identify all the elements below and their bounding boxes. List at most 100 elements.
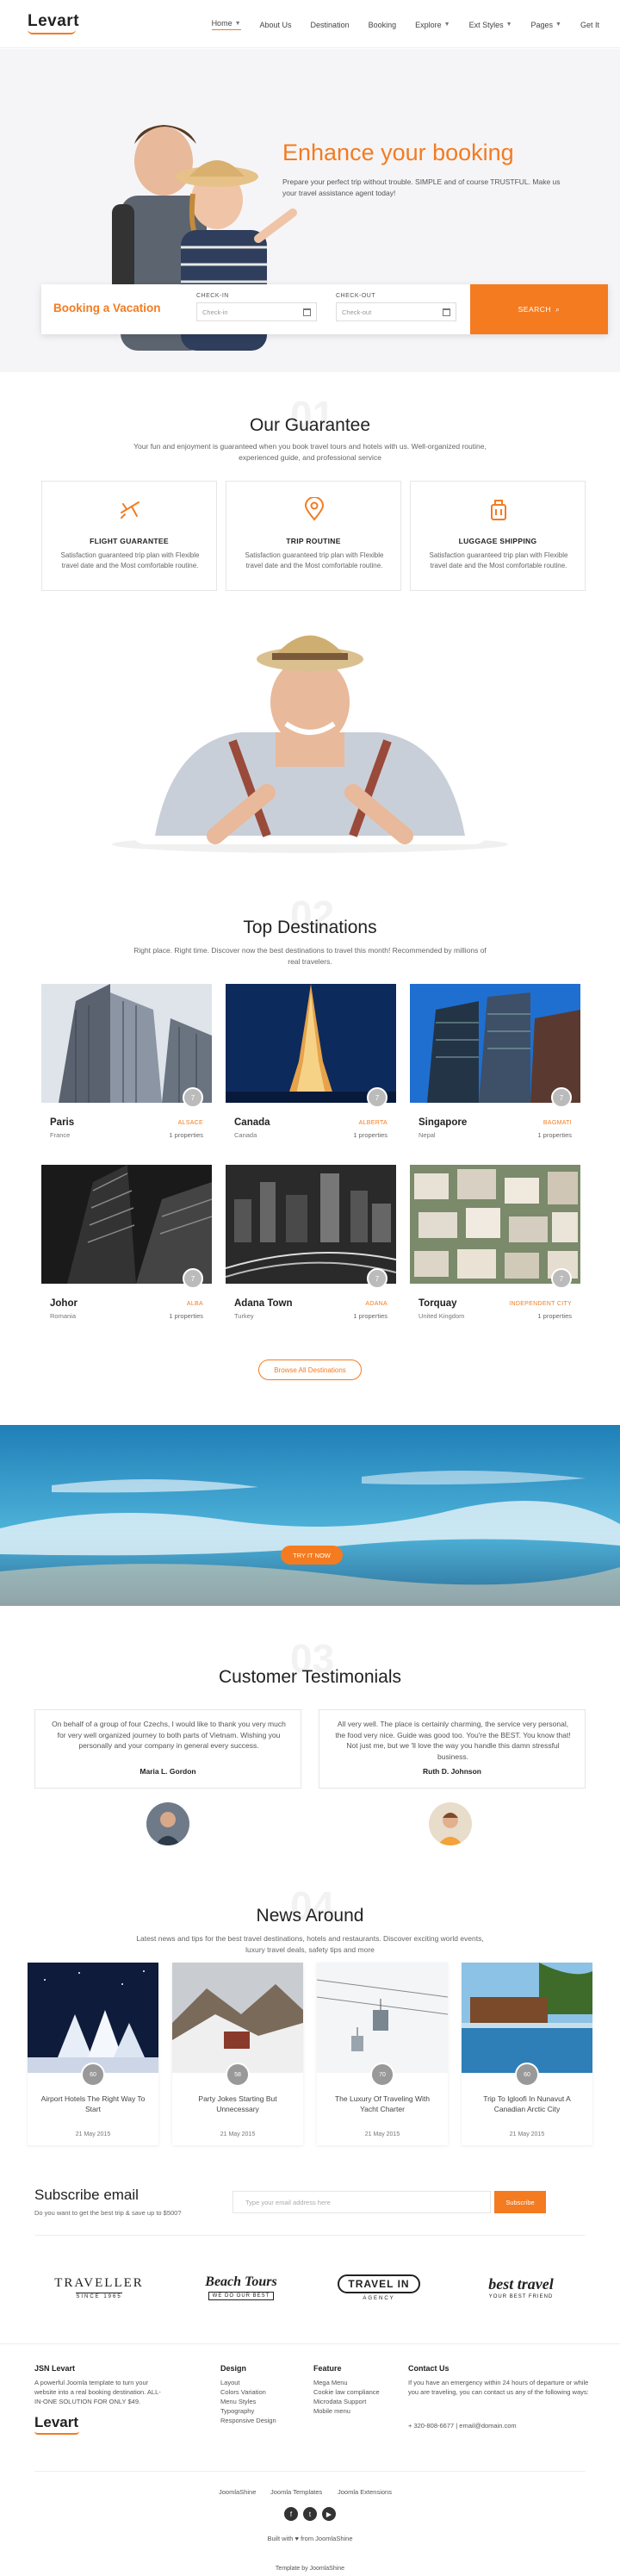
view-count: 60	[524, 2071, 530, 2078]
avatar[interactable]	[429, 1802, 472, 1845]
try-it-now-button[interactable]: TRY IT NOW	[281, 1546, 343, 1565]
brand-logo-best-travel[interactable]: best travel YOUR BEST FRIEND	[465, 2257, 577, 2318]
eye-icon: 58	[226, 2063, 250, 2087]
main-nav: Home ▼ About Us Destination Booking Explo…	[211, 19, 599, 30]
nav-item-about[interactable]: About Us	[260, 19, 292, 30]
news-card[interactable]: 60 Airport Hotels The Right Way To Start…	[28, 1963, 158, 2145]
destination-properties: 1 properties	[353, 1312, 388, 1320]
nav-label: About Us	[259, 20, 292, 29]
footer-link[interactable]: Mobile menu	[313, 2406, 380, 2416]
destination-card[interactable]: 7 Johor Romania ALBA 1 properties	[41, 1165, 212, 1337]
nav-item-get-it[interactable]: Get It	[580, 19, 599, 30]
site-logo[interactable]: Levart	[28, 12, 79, 31]
footer-design-links: Layout Colors Variation Menu Styles Typo…	[220, 2378, 276, 2425]
badge-count: 7	[375, 1093, 380, 1102]
footer-contact-text: If you have an emergency within 24 hours…	[408, 2379, 589, 2396]
badge-count: 7	[375, 1274, 380, 1283]
guarantee-subtitle: Your fun and enjoyment is guaranteed whe…	[133, 442, 487, 462]
brand-logo-beach-tours[interactable]: Beach Tours WE DO OUR BEST	[189, 2257, 293, 2318]
news-title[interactable]: Airport Hotels The Right Way To Start	[36, 2094, 150, 2114]
footer-logo[interactable]: Levart	[34, 2414, 78, 2431]
checkin-input[interactable]: Check-in	[196, 302, 317, 321]
news-title[interactable]: Party Jokes Starting But Unnecessary	[181, 2094, 294, 2114]
testimonials-title: Customer Testimonials	[218, 1667, 402, 1687]
destination-card[interactable]: 7 Paris France ALSACE 1 properties	[41, 984, 212, 1156]
destination-region: ALSACE	[177, 1120, 203, 1126]
checkin-field: CHECK-IN Check-in	[196, 293, 317, 321]
footer-link[interactable]: Cookie law compliance	[313, 2387, 380, 2397]
card-text: Satisfaction guaranteed trip plan with F…	[60, 551, 200, 569]
chevron-down-icon: ▼	[505, 22, 512, 28]
brand-sub: SINCE 1965	[76, 2292, 122, 2299]
footer-link[interactable]: Mega Menu	[313, 2378, 380, 2387]
card-text: Satisfaction guaranteed trip plan with F…	[245, 551, 384, 569]
twitter-icon[interactable]: t	[303, 2507, 317, 2521]
destination-image	[226, 1165, 396, 1284]
destination-name: Adana Town	[234, 1298, 293, 1309]
checkout-input[interactable]: Check-out	[336, 302, 456, 321]
destination-properties: 1 properties	[353, 1131, 388, 1139]
footer-link[interactable]: Layout	[220, 2378, 276, 2387]
nav-item-destination[interactable]: Destination	[311, 19, 350, 30]
divider	[34, 2471, 586, 2472]
destination-properties: 1 properties	[537, 1131, 572, 1139]
nav-label: Home	[211, 19, 232, 28]
news-image	[462, 1963, 592, 2073]
search-label: SEARCH	[518, 305, 552, 314]
nav-item-ext-styles[interactable]: Ext Styles ▼	[469, 19, 512, 30]
checkout-field: CHECK-OUT Check-out	[336, 293, 456, 321]
footer-link[interactable]: Microdata Support	[313, 2397, 380, 2406]
facebook-icon[interactable]: f	[284, 2507, 298, 2521]
brand-logo-travel-in[interactable]: TRAVEL IN AGENCY	[327, 2257, 431, 2318]
destination-region: ALBERTA	[358, 1120, 388, 1126]
destination-card[interactable]: 7 Canada Canada ALBERTA 1 properties	[226, 984, 396, 1156]
booking-label: Booking a Vacation	[53, 302, 161, 314]
news-card[interactable]: 58 Party Jokes Starting But Unnecessary …	[172, 1963, 303, 2145]
destination-image	[226, 984, 396, 1103]
badge-count: 7	[190, 1274, 195, 1283]
brand-logo-traveller[interactable]: TRAVELLER SINCE 1965	[43, 2257, 155, 2318]
nav-item-pages[interactable]: Pages ▼	[531, 19, 561, 30]
subscribe-email-input[interactable]: Type your email address here	[232, 2191, 491, 2213]
footer-bottom-link[interactable]: Joomla Templates	[270, 2488, 322, 2496]
nav-label: Ext Styles	[468, 20, 504, 29]
nav-item-explore[interactable]: Explore ▼	[415, 19, 450, 30]
man-pointing-photo	[112, 635, 508, 853]
search-button[interactable]: SEARCH ⌕	[470, 284, 608, 334]
footer-link[interactable]: Typography	[220, 2406, 276, 2416]
news-card[interactable]: 60 Trip To Igloofi In Nunavut A Canadian…	[462, 1963, 592, 2145]
news-title[interactable]: Trip To Igloofi In Nunavut A Canadian Ar…	[470, 2094, 584, 2114]
destination-card[interactable]: 7 Adana Town Turkey ADANA 1 properties	[226, 1165, 396, 1337]
destination-image	[41, 1165, 212, 1284]
destination-card[interactable]: 7 Torquay United Kingdom INDEPENDENT CIT…	[410, 1165, 580, 1337]
nav-item-home[interactable]: Home ▼	[211, 19, 241, 30]
destination-country: United Kingdom	[418, 1312, 465, 1320]
badge-count: 7	[190, 1093, 195, 1102]
guarantee-card: FLIGHT GUARANTEE Satisfaction guaranteed…	[41, 481, 217, 591]
footer-bottom-link[interactable]: Joomla Extensions	[338, 2488, 392, 2496]
site-header: Levart Home ▼ About Us Destination Bookin…	[0, 0, 620, 48]
divider	[34, 2235, 586, 2236]
calendar-icon	[303, 308, 311, 316]
youtube-icon[interactable]: ▶	[322, 2507, 336, 2521]
news-title: News Around	[256, 1906, 364, 1926]
browse-destinations-button[interactable]: Browse All Destinations	[258, 1360, 362, 1380]
chevron-down-icon: ▼	[443, 22, 450, 28]
luggage-icon	[491, 500, 506, 520]
card-title: TRIP ROUTINE	[286, 537, 341, 545]
checkout-label: CHECK-OUT	[336, 293, 376, 299]
checkin-label: CHECK-IN	[196, 293, 229, 299]
footer-bottom-link[interactable]: JoomlaShine	[219, 2488, 256, 2496]
footer-link[interactable]: Responsive Design	[220, 2416, 276, 2425]
news-title[interactable]: The Luxury Of Traveling With Yacht Chart…	[326, 2094, 439, 2114]
chevron-down-icon: ▼	[555, 22, 561, 28]
nav-item-booking[interactable]: Booking	[369, 19, 397, 30]
destination-card[interactable]: 7 Singapore Nepal BAGMATI 1 properties	[410, 984, 580, 1156]
avatar[interactable]	[146, 1802, 189, 1845]
footer-link[interactable]: Colors Variation	[220, 2387, 276, 2397]
destination-country: France	[50, 1131, 71, 1139]
guarantee-card: LUGGAGE SHIPPING Satisfaction guaranteed…	[410, 481, 586, 591]
news-card[interactable]: 70 The Luxury Of Traveling With Yacht Ch…	[317, 1963, 448, 2145]
footer-link[interactable]: Menu Styles	[220, 2397, 276, 2406]
subscribe-button[interactable]: Subscribe	[494, 2191, 546, 2213]
